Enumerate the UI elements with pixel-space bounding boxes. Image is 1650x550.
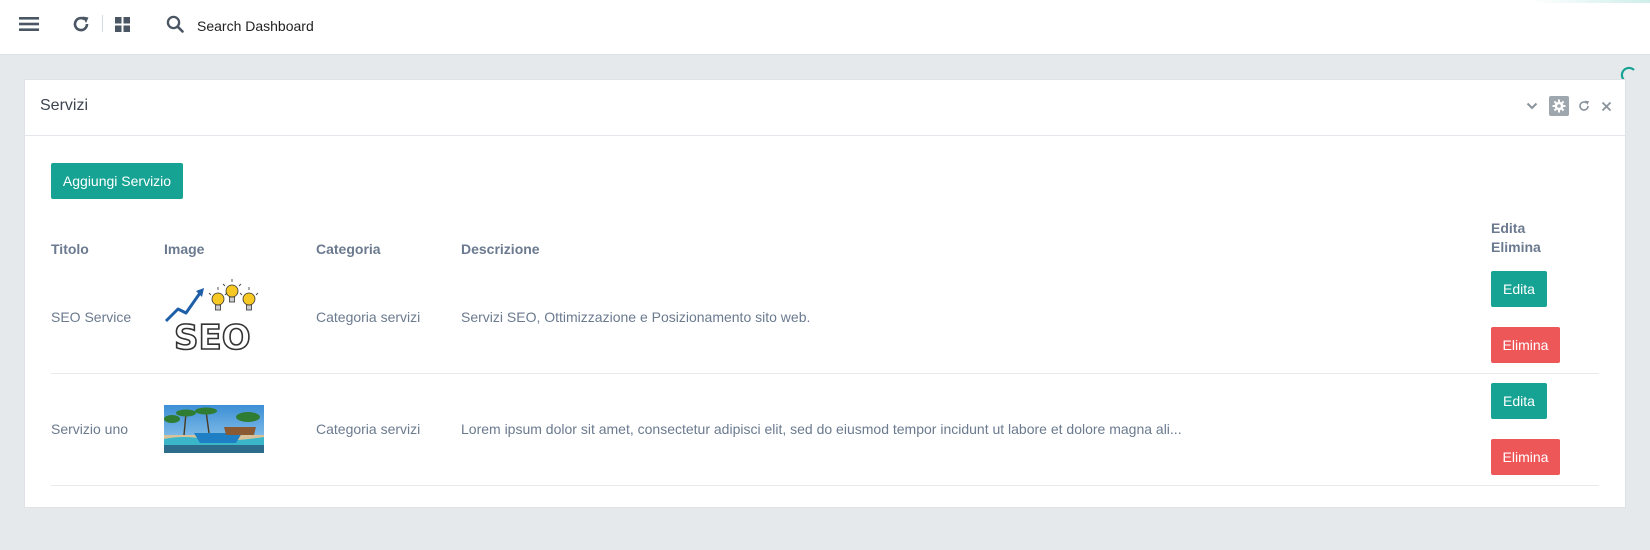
- edit-button[interactable]: Edita: [1491, 270, 1547, 307]
- table-row: Servizio uno Categoria servizi Lorem ips…: [51, 373, 1599, 485]
- menu-icon[interactable]: [18, 14, 40, 34]
- cell-image: SEO: [164, 261, 316, 373]
- reload-icon[interactable]: [1577, 96, 1591, 116]
- delete-button[interactable]: Elimina: [1491, 439, 1560, 475]
- header-actions-edit: Edita: [1491, 220, 1526, 236]
- services-table: Titolo Image Categoria Descrizione Edita…: [51, 219, 1599, 486]
- svg-text:SEO: SEO: [174, 318, 251, 355]
- cell-category: Categoria servizi: [316, 421, 421, 437]
- cell-description: Servizi SEO, Ottimizzazione e Posizionam…: [461, 308, 811, 325]
- cell-title: Servizio uno: [51, 421, 129, 437]
- chevron-down-icon[interactable]: [1525, 96, 1539, 116]
- header-description: Descrizione: [461, 241, 540, 257]
- topbar-divider: [102, 15, 103, 32]
- services-panel: Servizi Aggiungi Servizio Titolo Image C…: [24, 79, 1626, 508]
- add-service-button[interactable]: Aggiungi Servizio: [51, 163, 183, 199]
- gear-icon[interactable]: [1549, 96, 1569, 116]
- cell-title: SEO Service: [51, 308, 132, 325]
- beach-thumbnail-image: [164, 405, 264, 453]
- row-actions: Edita Elimina: [1491, 270, 1599, 363]
- cell-category: Categoria servizi: [316, 308, 421, 325]
- top-bar: [0, 0, 1650, 55]
- cell-actions: Edita Elimina: [1491, 261, 1599, 373]
- header-image: Image: [164, 241, 205, 257]
- panel-title: Servizi: [40, 97, 89, 114]
- delete-button[interactable]: Elimina: [1491, 326, 1560, 363]
- header-title: Titolo: [51, 241, 89, 257]
- cell-description: Lorem ipsum dolor sit amet, consectetur …: [461, 421, 1182, 437]
- search-icon[interactable]: [164, 14, 186, 34]
- panel-header: Servizi: [25, 80, 1625, 136]
- panel-tools: [1517, 96, 1613, 116]
- header-actions-delete: Elimina: [1491, 239, 1541, 255]
- search-input[interactable]: [197, 15, 497, 37]
- row-actions: Edita Elimina: [1491, 383, 1599, 475]
- cell-actions: Edita Elimina: [1491, 373, 1599, 485]
- edit-button[interactable]: Edita: [1491, 383, 1547, 419]
- header-category: Categoria: [316, 241, 381, 257]
- header-actions: Edita Elimina: [1491, 219, 1599, 261]
- grid-icon[interactable]: [112, 14, 132, 34]
- refresh-icon[interactable]: [70, 14, 92, 34]
- seo-thumbnail-image: SEO: [164, 278, 259, 355]
- table-header-row: Titolo Image Categoria Descrizione Edita…: [51, 219, 1599, 261]
- table-row: SEO Service SEO Categoria servizi Serviz…: [51, 261, 1599, 373]
- top-accent-line: [1530, 0, 1650, 3]
- close-icon[interactable]: [1599, 96, 1613, 116]
- cell-image: [164, 373, 316, 485]
